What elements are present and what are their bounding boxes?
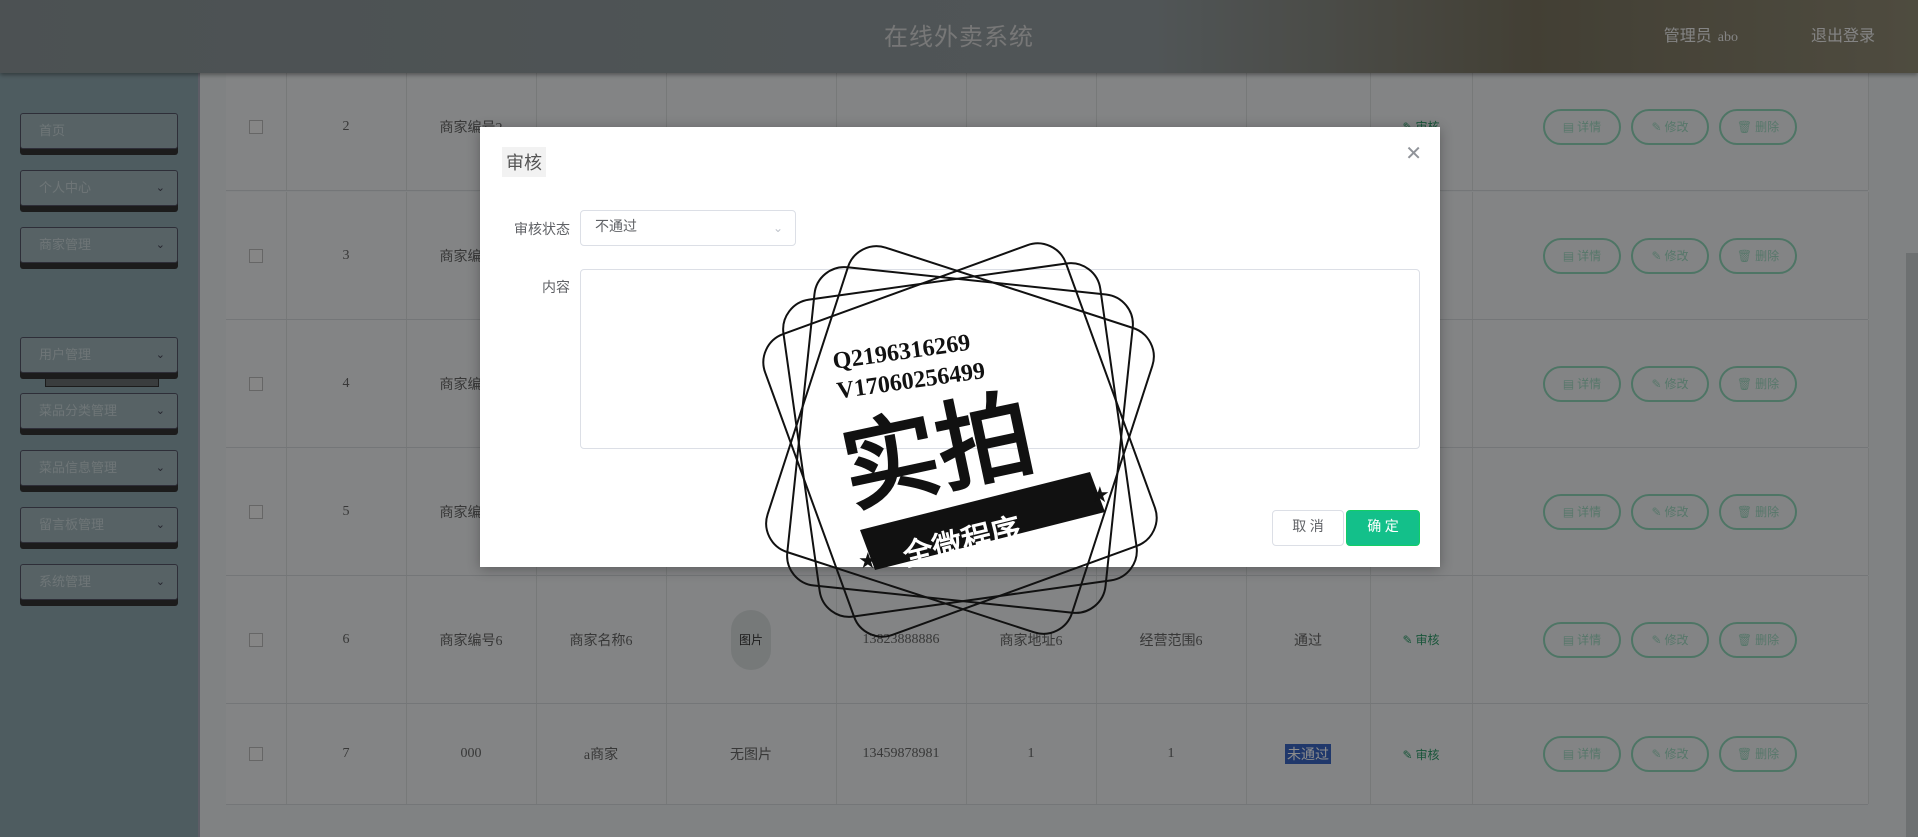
content-label: 内容 <box>542 281 570 296</box>
dialog-title: 审核 <box>502 147 546 177</box>
star-icon: ★ <box>1090 482 1110 507</box>
watermark-stamp: Q2196316269 V17060256499 实拍 全微程序 ★ ★ <box>762 242 1158 638</box>
audit-status-value: 不通过 <box>595 220 637 235</box>
status-label: 审核状态 <box>514 223 570 238</box>
star-icon: ★ <box>858 548 878 573</box>
close-icon[interactable]: ✕ <box>1405 141 1422 166</box>
confirm-button[interactable]: 确 定 <box>1346 510 1420 546</box>
cancel-button[interactable]: 取 消 <box>1272 510 1344 546</box>
